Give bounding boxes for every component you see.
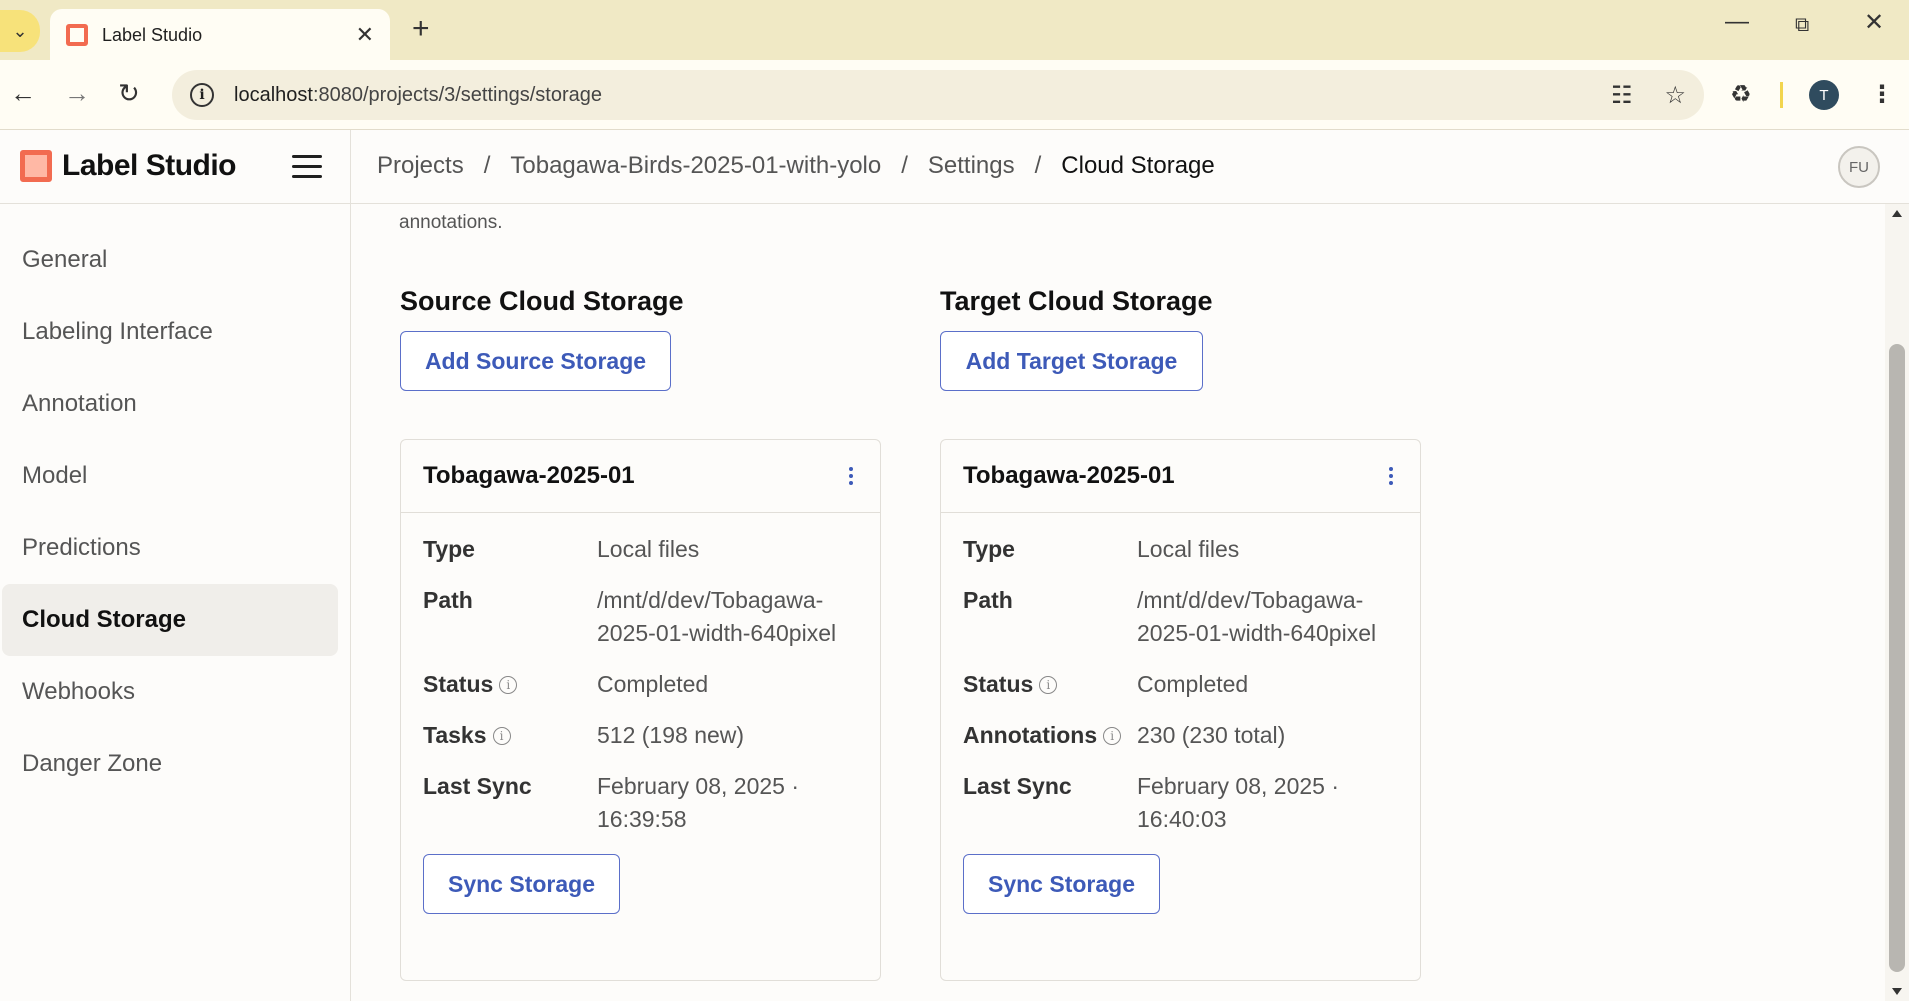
sync-storage-button[interactable]: Sync Storage xyxy=(423,854,620,914)
tab-close-icon[interactable]: ✕ xyxy=(356,22,374,48)
browser-tabstrip: ⌄ Label Studio ✕ + — ⧉ ✕ xyxy=(0,0,1909,61)
info-icon[interactable]: i xyxy=(1039,676,1058,694)
breadcrumb-separator: / xyxy=(901,152,908,179)
last-sync-date: February 08, 2025 · xyxy=(1137,773,1340,799)
storage-card-title: Tobagawa-2025-01 xyxy=(963,462,1175,489)
status-label: Status xyxy=(423,671,494,697)
breadcrumb-project[interactable]: Tobagawa-Birds-2025-01-with-yolo xyxy=(510,152,881,180)
browser-tab-active[interactable]: Label Studio ✕ xyxy=(50,9,390,61)
tasks-label: Tasks xyxy=(423,722,487,748)
browser-toolbar: ← → ↻ i localhost:8080/projects/3/settin… xyxy=(0,60,1909,130)
annotations-label: Annotations xyxy=(963,722,1098,748)
path-value: /mnt/d/dev/Tobagawa-2025-01-width-640pix… xyxy=(597,587,837,646)
breadcrumb-settings[interactable]: Settings xyxy=(928,152,1015,180)
add-target-storage-button[interactable]: Add Target Storage xyxy=(940,331,1203,391)
scroll-up-icon[interactable] xyxy=(1892,210,1902,217)
path-value: /mnt/d/dev/Tobagawa-2025-01-width-640pix… xyxy=(1137,587,1377,646)
info-icon[interactable]: i xyxy=(499,676,518,694)
source-storage-title: Source Cloud Storage xyxy=(400,286,684,316)
translate-icon[interactable]: ☷ xyxy=(1611,81,1633,110)
type-value: Local files xyxy=(1137,536,1240,562)
path-label: Path xyxy=(963,587,1013,613)
settings-sidebar: General Labeling Interface Annotation Mo… xyxy=(0,204,351,1001)
breadcrumb-separator: / xyxy=(1034,152,1042,179)
main-content: annotations. Source Cloud Storage Add So… xyxy=(351,204,1885,1001)
tab-title: Label Studio xyxy=(102,24,203,45)
sidebar-item-predictions[interactable]: Predictions xyxy=(2,512,338,584)
storage-card-title: Tobagawa-2025-01 xyxy=(423,462,635,489)
restore-icon[interactable]: ⧉ xyxy=(1795,14,1809,37)
path-label: Path xyxy=(423,587,473,613)
type-label: Type xyxy=(963,536,1015,562)
last-sync-time: 16:40:03 xyxy=(1137,806,1227,832)
breadcrumb-current: Cloud Storage xyxy=(1061,152,1215,179)
address-bar[interactable]: i localhost:8080/projects/3/settings/sto… xyxy=(172,70,1704,120)
kebab-icon[interactable] xyxy=(1384,467,1398,485)
hamburger-icon[interactable] xyxy=(292,155,322,185)
label-studio-logo-icon xyxy=(20,150,52,182)
sidebar-item-danger-zone[interactable]: Danger Zone xyxy=(2,728,338,800)
kebab-icon[interactable] xyxy=(844,467,858,485)
last-sync-label: Last Sync xyxy=(963,773,1072,799)
sidebar-item-labeling-interface[interactable]: Labeling Interface xyxy=(2,296,338,368)
sidebar-item-annotation[interactable]: Annotation xyxy=(2,368,338,440)
sidebar-item-cloud-storage[interactable]: Cloud Storage xyxy=(2,584,338,656)
logo-text: Label Studio xyxy=(62,149,237,182)
info-icon[interactable]: i xyxy=(1103,727,1122,745)
page-scrollbar[interactable] xyxy=(1885,204,1909,1001)
breadcrumb-separator: / xyxy=(483,152,491,179)
url-text[interactable]: localhost:8080/projects/3/settings/stora… xyxy=(234,84,1579,107)
sidebar-item-webhooks[interactable]: Webhooks xyxy=(2,656,338,728)
add-source-storage-button[interactable]: Add Source Storage xyxy=(400,331,671,391)
scroll-down-icon[interactable] xyxy=(1892,988,1902,995)
source-storage-card: Tobagawa-2025-01 Type Local files Path/mn… xyxy=(400,439,881,981)
sync-storage-button[interactable]: Sync Storage xyxy=(963,854,1160,914)
user-avatar[interactable]: FU xyxy=(1838,146,1880,188)
info-icon[interactable]: i xyxy=(492,727,511,745)
last-sync-date: February 08, 2025 · xyxy=(597,773,800,799)
url-host: localhost xyxy=(234,83,313,106)
type-label: Type xyxy=(423,536,475,562)
profile-avatar[interactable]: T xyxy=(1809,80,1839,110)
star-icon[interactable]: ☆ xyxy=(1664,81,1686,110)
extensions-icon[interactable]: ♻ xyxy=(1730,80,1752,109)
window-close-icon[interactable]: ✕ xyxy=(1864,8,1884,37)
forward-icon[interactable]: → xyxy=(64,78,90,109)
type-value: Local files xyxy=(597,536,700,562)
last-sync-label: Last Sync xyxy=(423,773,532,799)
reload-icon[interactable]: ↻ xyxy=(118,78,140,109)
minimize-icon[interactable]: — xyxy=(1725,8,1749,36)
toolbar-separator xyxy=(1780,82,1783,108)
sidebar-item-general[interactable]: General xyxy=(2,224,338,296)
target-storage-title: Target Cloud Storage xyxy=(940,286,1213,316)
url-path: :8080/projects/3/settings/storage xyxy=(312,83,602,106)
target-storage-card: Tobagawa-2025-01 Type Local files Path/mn… xyxy=(940,439,1421,981)
last-sync-time: 16:39:58 xyxy=(597,806,687,832)
label-studio-favicon-icon xyxy=(66,24,88,46)
status-value: Completed xyxy=(597,671,709,697)
app-logo[interactable]: Label Studio xyxy=(20,149,237,183)
app-header: Label Studio Projects / Tobagawa-Birds-2… xyxy=(0,130,1909,204)
header-divider xyxy=(350,130,351,204)
intro-text: annotations. xyxy=(399,212,503,233)
status-value: Completed xyxy=(1137,671,1249,697)
breadcrumb-projects[interactable]: Projects xyxy=(377,152,464,180)
annotations-value: 230 (230 total) xyxy=(1137,722,1286,748)
sidebar-item-model[interactable]: Model xyxy=(2,440,338,512)
new-tab-plus-icon[interactable]: + xyxy=(412,12,430,46)
status-label: Status xyxy=(963,671,1034,697)
site-info-icon[interactable]: i xyxy=(190,83,214,107)
menu-dots-icon[interactable]: ⋮ xyxy=(1870,80,1894,109)
breadcrumb: Projects / Tobagawa-Birds-2025-01-with-y… xyxy=(377,152,1215,180)
back-icon[interactable]: ← xyxy=(10,78,36,109)
tab-search-chevron-down-icon[interactable]: ⌄ xyxy=(0,10,40,52)
tasks-value: 512 (198 new) xyxy=(597,722,745,748)
scroll-thumb[interactable] xyxy=(1889,344,1905,972)
